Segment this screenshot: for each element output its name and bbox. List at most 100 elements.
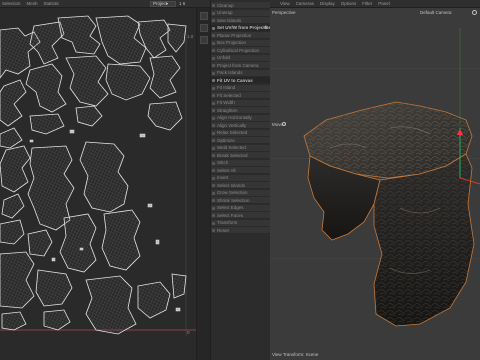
uv-island xyxy=(1,311,27,331)
tool-button[interactable]: Grow Selection xyxy=(211,189,271,197)
tool-label: Straighten xyxy=(217,107,238,113)
uv-island-layout xyxy=(0,15,196,336)
tool-button[interactable]: Shrink Selection xyxy=(211,197,271,204)
tool-button[interactable]: Cylindrical Projection xyxy=(211,47,271,54)
tool-section-header[interactable]: Fit UV to Canvas xyxy=(211,77,271,84)
projection-mode-dropdown[interactable]: Project ▾ xyxy=(150,0,176,7)
tool-button[interactable]: Break Selected xyxy=(211,152,271,159)
tool-label: Sew Islands xyxy=(217,17,242,23)
tool-button[interactable]: Select Islands xyxy=(211,182,271,189)
viewport-menu-display[interactable]: Display xyxy=(320,1,335,6)
scale-tool-icon[interactable] xyxy=(199,36,208,44)
uv-menu-selection[interactable]: Selection xyxy=(2,1,21,6)
uv-island xyxy=(0,145,31,193)
uv-island xyxy=(29,113,65,135)
uv-tool-panel: Cleanup Unwrap Sew Islands Set UV/W from Pr… xyxy=(210,0,271,360)
tool-button[interactable]: Select All xyxy=(211,167,271,174)
tool-button[interactable]: Select Faces xyxy=(211,212,271,219)
uv-menu-mesh[interactable]: Mesh xyxy=(27,1,38,6)
tool-button[interactable]: Fit Width xyxy=(211,99,271,107)
uv-island-small xyxy=(155,239,160,245)
tool-label: Stitch xyxy=(217,160,229,165)
uv-island xyxy=(171,273,187,299)
uv-island xyxy=(137,281,171,319)
uv-island xyxy=(27,229,53,257)
tool-button[interactable]: Unwrap xyxy=(211,9,271,17)
tool-button[interactable]: Planar Projection xyxy=(211,32,271,39)
tool-label: Align Horizontally xyxy=(217,115,252,120)
tool-label: Select Faces xyxy=(217,212,244,218)
tool-label: Optimize xyxy=(217,137,235,143)
uv-island xyxy=(35,269,73,307)
uv-editor-canvas[interactable]: 1.0 0 xyxy=(0,8,196,360)
rotate-tool-icon[interactable] xyxy=(199,24,208,32)
tool-button[interactable]: Invert xyxy=(211,174,271,182)
tool-button[interactable]: Fit Selected xyxy=(211,92,271,99)
tool-button[interactable]: Cleanup xyxy=(211,2,271,9)
tool-button[interactable]: Straighten xyxy=(211,107,271,114)
tool-button[interactable]: Stitch xyxy=(211,159,271,167)
tool-button[interactable]: Project from Camera xyxy=(211,62,271,69)
3d-viewport[interactable]: Perspective Default Camera Move View Tra… xyxy=(270,8,480,360)
tool-label: Break Selected xyxy=(217,152,248,158)
viewport-menu-filter[interactable]: Filter xyxy=(362,1,372,6)
tool-button[interactable]: Reset xyxy=(211,227,271,234)
tool-label: Cleanup xyxy=(217,2,234,8)
tool-section-header[interactable]: Set UV/W from Projection ⚙ xyxy=(211,24,271,32)
tool-button[interactable]: Transform xyxy=(211,219,271,227)
tool-button[interactable]: Pack Islands xyxy=(211,69,271,77)
uv-editor-menubar: Selection Mesh Statistic Project ▾ 1 6 xyxy=(0,0,210,8)
uv-island xyxy=(0,251,35,309)
uv-island xyxy=(59,213,97,273)
tool-label: Reset xyxy=(217,227,229,233)
tool-label: Fit Width xyxy=(217,100,235,105)
tool-button[interactable]: Relax Selected xyxy=(211,129,271,137)
tool-label: Fit UV to Canvas xyxy=(217,77,253,83)
uv-island xyxy=(147,101,183,131)
tool-button[interactable]: Unfold xyxy=(211,54,271,62)
uv-island xyxy=(43,309,71,331)
viewport-menu-cameras[interactable]: Cameras xyxy=(296,1,314,6)
tool-button[interactable]: Align Vertically xyxy=(211,122,271,129)
tool-button[interactable]: Weld Selected xyxy=(211,144,271,152)
tool-label: Cylindrical Projection xyxy=(217,47,260,53)
tool-label: Transform xyxy=(217,220,238,225)
tool-button[interactable]: Sew Islands xyxy=(211,17,271,24)
tool-button[interactable]: Align Horizontally xyxy=(211,114,271,122)
uv-coord-bottom: 0 xyxy=(187,330,190,335)
viewport-menu-panel[interactable]: Panel xyxy=(378,1,390,6)
uv-island xyxy=(1,193,25,219)
tool-label: Project from Camera xyxy=(217,62,259,68)
tool-label: Unwrap xyxy=(217,10,233,15)
tool-label: Invert xyxy=(217,175,229,180)
uv-island xyxy=(25,63,67,113)
uv-island-small xyxy=(175,307,181,312)
viewport-menu-view[interactable]: View xyxy=(280,1,290,6)
uv-island xyxy=(0,79,27,127)
gear-icon[interactable]: ⚙ xyxy=(264,25,268,31)
uv-island-small xyxy=(147,203,153,208)
tool-button[interactable]: Optimize xyxy=(211,137,271,144)
uv-island xyxy=(57,15,101,55)
uv-island xyxy=(105,63,151,101)
tool-label: Shrink Selection xyxy=(217,197,250,203)
uv-island-small xyxy=(79,247,84,251)
uv-coord-top: 1.0 xyxy=(187,34,194,39)
tool-label: Unfold xyxy=(217,55,231,60)
tool-button[interactable]: Box Projection xyxy=(211,39,271,47)
uv-grid-readout: 1 6 xyxy=(179,1,186,6)
uv-menu-statistic[interactable]: Statistic xyxy=(44,1,60,6)
move-tool-icon[interactable] xyxy=(199,12,208,20)
uv-island xyxy=(0,127,23,149)
uv-island-small xyxy=(139,133,146,138)
uv-island-small xyxy=(69,129,75,134)
tool-label: Select Islands xyxy=(217,182,246,188)
chevron-down-icon: ▾ xyxy=(165,1,168,6)
tool-label: Select Edges xyxy=(217,205,244,210)
tool-label: Weld Selected xyxy=(217,145,246,150)
tool-button[interactable]: Select Edges xyxy=(211,204,271,212)
viewport-menu-options[interactable]: Options xyxy=(341,1,357,6)
view-transform-label: View Transform: Scene xyxy=(272,352,319,357)
tool-button[interactable]: Fit Island xyxy=(211,84,271,92)
rock-model xyxy=(303,28,480,327)
